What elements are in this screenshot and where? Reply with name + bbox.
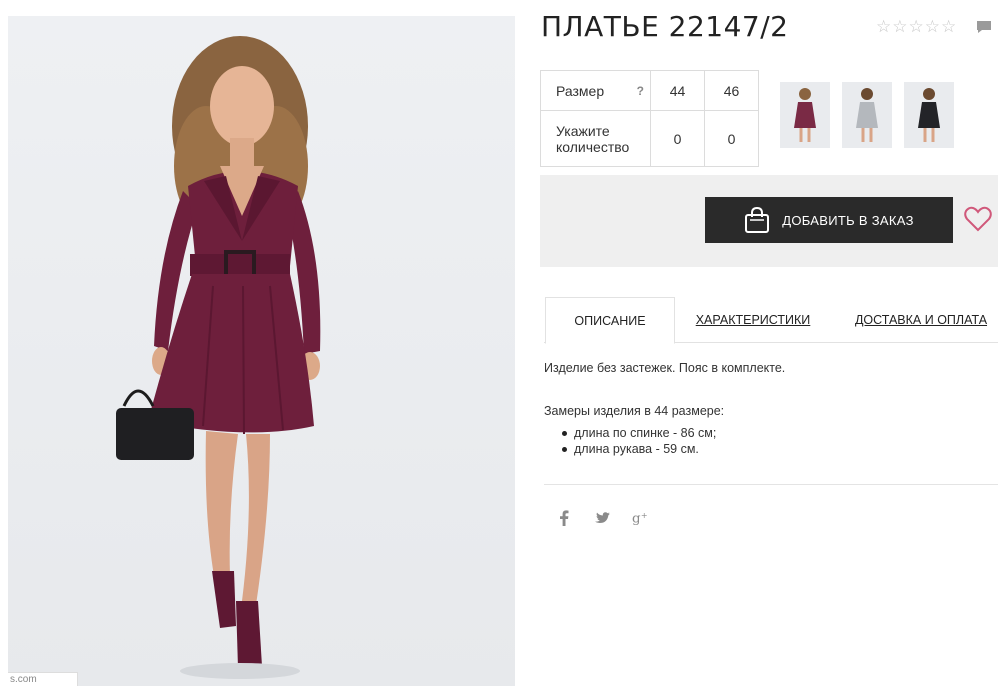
size-help-icon[interactable]: ? [637, 84, 644, 98]
size-option: 46 [704, 70, 759, 111]
facebook-icon[interactable] [556, 508, 572, 528]
twitter-icon[interactable] [594, 508, 610, 528]
product-title: ПЛАТЬЕ 22147/2 [541, 10, 789, 43]
divider [544, 484, 998, 485]
svg-text:+: + [641, 511, 648, 520]
quantity-input[interactable]: 0 [650, 110, 705, 167]
product-tabs: ОПИСАНИЕ ХАРАКТЕРИСТИКИ ДОСТАВКА И ОПЛАТ… [544, 297, 998, 344]
star-icon[interactable]: ☆ [941, 18, 956, 35]
add-to-order-label: ДОБАВИТЬ В ЗАКАЗ [782, 212, 914, 228]
measures-list: длина по спинке - 86 см; длина рукава - … [562, 425, 716, 457]
thumbnail-black[interactable] [904, 82, 954, 148]
size-label: Размер [556, 82, 605, 99]
thumbnail-image [794, 88, 816, 142]
size-table: Размер ? 44 46 Укажите количество 0 0 [540, 70, 759, 167]
rating-stars[interactable]: ☆ ☆ ☆ ☆ ☆ [876, 18, 956, 35]
measures-title: Замеры изделия в 44 размере: [544, 404, 725, 418]
heart-icon[interactable] [964, 206, 992, 232]
google-plus-icon[interactable]: g + [632, 508, 648, 528]
quantity-label: Укажите количество [540, 110, 651, 167]
star-icon[interactable]: ☆ [909, 18, 924, 35]
thumbnail-image [918, 88, 940, 142]
star-icon[interactable]: ☆ [925, 18, 940, 35]
star-icon[interactable]: ☆ [876, 18, 891, 35]
comment-icon[interactable] [976, 20, 992, 34]
main-product-photo[interactable]: s.com [8, 16, 515, 686]
social-share: g + [556, 508, 648, 528]
size-option: 44 [650, 70, 705, 111]
order-panel: ДОБАВИТЬ В ЗАКАЗ [540, 175, 998, 267]
photo-watermark: s.com [8, 672, 78, 686]
tab-description[interactable]: ОПИСАНИЕ [545, 297, 675, 344]
thumbnail-grey[interactable] [842, 82, 892, 148]
tab-characteristics[interactable]: ХАРАКТЕРИСТИКИ [692, 297, 814, 343]
star-icon[interactable]: ☆ [892, 18, 907, 35]
shopping-bag-icon [745, 206, 770, 233]
tab-delivery-payment[interactable]: ДОСТАВКА И ОПЛАТА [850, 297, 992, 343]
size-label-cell: Размер ? [540, 70, 651, 111]
dress-model-illustration [116, 36, 321, 679]
svg-text:g: g [632, 511, 641, 526]
description-text: Изделие без застежек. Пояс в комплекте. [544, 361, 786, 375]
list-item: длина по спинке - 86 см; [562, 425, 716, 441]
add-to-order-button[interactable]: ДОБАВИТЬ В ЗАКАЗ [705, 197, 953, 243]
thumbnail-image [856, 88, 878, 142]
quantity-input[interactable]: 0 [704, 110, 759, 167]
list-item: длина рукава - 59 см. [562, 441, 716, 457]
thumbnail-burgundy[interactable] [780, 82, 830, 148]
